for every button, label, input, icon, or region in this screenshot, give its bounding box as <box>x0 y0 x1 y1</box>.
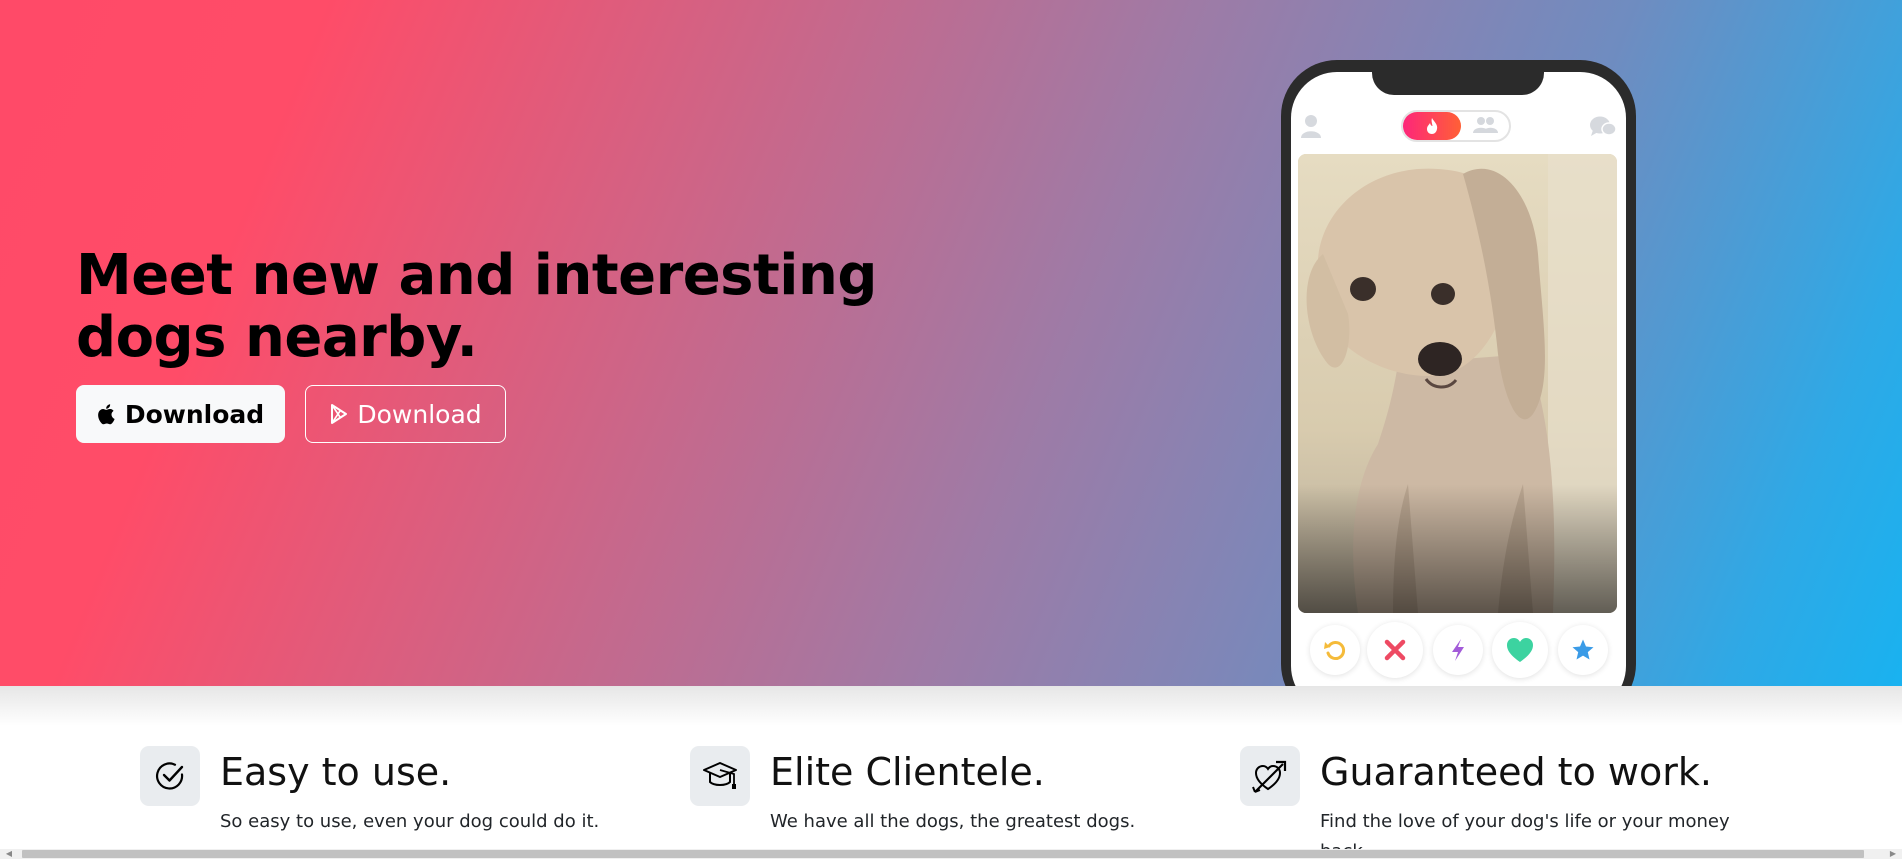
super-like-icon <box>1572 639 1594 660</box>
google-play-icon <box>331 404 348 424</box>
scroll-left-arrow-icon[interactable]: ◀ <box>0 849 18 859</box>
graduation-cap-icon <box>703 762 737 789</box>
scroll-thumb[interactable] <box>22 850 1864 858</box>
section-shadow <box>0 686 1902 726</box>
boost-button[interactable] <box>1433 625 1483 675</box>
download-google-play-label: Download <box>357 399 482 429</box>
feature-description: So easy to use, even your dog could do i… <box>220 811 600 832</box>
download-google-play-button[interactable]: Download <box>305 385 506 443</box>
rewind-button[interactable] <box>1310 625 1360 675</box>
hero-section: Meet new and interesting dogs nearby. Do… <box>0 0 1902 686</box>
flame-mode <box>1403 112 1461 140</box>
feature-icon-box <box>1240 746 1300 806</box>
phone-notch <box>1372 60 1544 95</box>
feature-description: We have all the dogs, the greatest dogs. <box>770 811 1136 832</box>
heart-arrow-icon <box>1252 760 1287 793</box>
boost-icon <box>1452 639 1464 661</box>
download-app-store-button[interactable]: Download <box>76 385 285 443</box>
feature-title: Guaranteed to work. <box>1320 750 1712 794</box>
mode-toggle <box>1401 110 1511 142</box>
like-button[interactable] <box>1492 622 1548 678</box>
horizontal-scrollbar[interactable]: ◀ ▶ <box>0 849 1902 859</box>
flame-icon <box>1427 118 1438 134</box>
nope-icon <box>1384 639 1406 661</box>
feature-icon-box <box>690 746 750 806</box>
like-icon <box>1507 638 1533 662</box>
scroll-right-arrow-icon[interactable]: ▶ <box>1884 849 1902 859</box>
feature-icon-box <box>140 746 200 806</box>
chat-icon <box>1590 116 1617 136</box>
feature-title: Easy to use. <box>220 750 452 794</box>
check-circle-icon <box>156 762 184 790</box>
profile-icon <box>1301 115 1321 138</box>
hero-title: Meet new and interesting dogs nearby. <box>76 243 877 370</box>
nope-button[interactable] <box>1367 622 1423 678</box>
feature-title: Elite Clientele. <box>770 750 1045 794</box>
rewind-icon <box>1324 641 1346 660</box>
super-like-button[interactable] <box>1558 625 1608 675</box>
download-app-store-label: Download <box>124 399 265 429</box>
dog-profile-photo[interactable] <box>1298 154 1617 613</box>
group-icon <box>1473 117 1498 133</box>
dog-photo <box>1298 154 1617 613</box>
apple-icon <box>97 404 115 425</box>
features-section: Easy to use. So easy to use, even your d… <box>0 686 1902 859</box>
